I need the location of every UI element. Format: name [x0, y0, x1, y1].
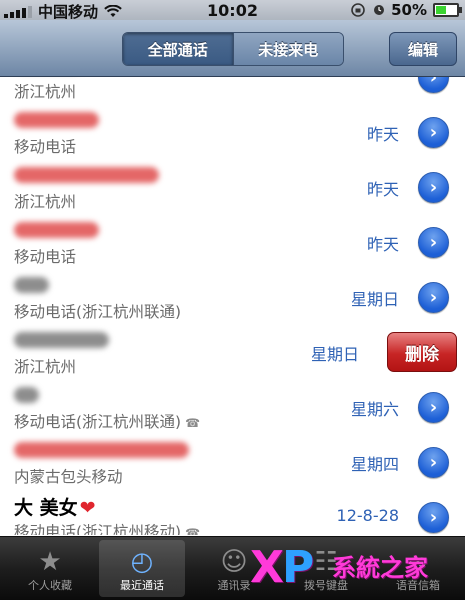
status-bar: 中国移动 10:02 50%	[0, 0, 465, 21]
redacted-name	[14, 332, 109, 348]
call-row[interactable]: 浙江杭州 昨天 ›	[0, 159, 465, 215]
caller-location-text: 移动电话	[14, 138, 77, 156]
caller-name	[14, 383, 39, 405]
call-date: 昨天	[366, 180, 399, 199]
segment-all-calls[interactable]: 全部通话	[123, 33, 233, 65]
call-row[interactable]: 移动电话(浙江杭州联通) ☎ 星期六 ›	[0, 379, 465, 435]
detail-disclosure-icon[interactable]: ›	[418, 117, 449, 148]
call-row[interactable]: 浙江杭州 星期日 删除	[0, 324, 465, 380]
detail-disclosure-icon[interactable]: ›	[418, 392, 449, 423]
caller-location-text: 浙江杭州	[14, 358, 77, 376]
caller-location-text: 浙江杭州	[14, 193, 77, 211]
call-date: 星期日	[350, 290, 399, 309]
tab-label: 语音信箱	[396, 579, 440, 592]
caller-name	[14, 328, 109, 350]
tab-clock[interactable]: ◴ 最近通话	[99, 540, 185, 597]
tab-contacts[interactable]: ☺ 通讯录	[191, 540, 277, 597]
call-date: 12-8-28	[336, 506, 399, 525]
caller-name	[14, 218, 99, 240]
caller-name	[14, 163, 159, 185]
delete-button[interactable]: 删除	[387, 332, 457, 372]
caller-location: 浙江杭州	[14, 355, 76, 377]
edit-button[interactable]: 编辑	[389, 32, 457, 66]
caller-location: 内蒙古包头移动	[14, 465, 123, 487]
tab-star[interactable]: ★ 个人收藏	[7, 540, 93, 597]
redacted-name	[14, 112, 99, 128]
contacts-icon: ☺	[220, 547, 248, 577]
recent-calls-list[interactable]: 浙江杭州 › 移动电话 昨天 › 浙江杭州 昨天 › 移动电话 昨天 › 移动电话(浙江杭州联通) 星期…	[0, 77, 465, 535]
battery-fill	[436, 6, 446, 14]
call-date: 星期日	[310, 345, 359, 364]
star-icon: ★	[38, 547, 62, 577]
caller-location: 移动电话(浙江杭州联通)	[14, 300, 181, 322]
caller-location: 移动电话(浙江杭州移动) ☎	[14, 520, 201, 535]
tab-keypad[interactable]: ☷ 拨号键盘	[283, 540, 369, 597]
rotation-lock-icon	[351, 3, 365, 17]
caller-location: 移动电话(浙江杭州联通) ☎	[14, 410, 201, 432]
call-row[interactable]: 移动电话(浙江杭州联通) 星期日 ›	[0, 269, 465, 325]
recents-filter-segmented-control: 全部通话 未接来电	[122, 32, 344, 66]
voicemail-icon: ∞	[407, 547, 429, 577]
caller-name: 大 美女 ❤	[14, 497, 96, 519]
call-date: 昨天	[366, 235, 399, 254]
call-row[interactable]: 移动电话 昨天 ›	[0, 214, 465, 270]
caller-location-text: 移动电话(浙江杭州移动)	[14, 523, 182, 535]
navigation-bar: 全部通话 未接来电 编辑	[0, 20, 465, 77]
battery-percent: 50%	[391, 1, 427, 19]
detail-disclosure-icon[interactable]: ›	[418, 282, 449, 313]
alarm-icon	[374, 5, 385, 15]
keypad-icon: ☷	[314, 547, 338, 577]
caller-name	[14, 273, 49, 295]
caller-location-text: 移动电话(浙江杭州联通)	[14, 303, 182, 321]
tab-voicemail[interactable]: ∞ 语音信箱	[375, 540, 461, 597]
redacted-name	[14, 222, 99, 238]
caller-location-text: 浙江杭州	[14, 83, 77, 101]
clock-icon: ◴	[130, 547, 154, 577]
outgoing-call-icon: ☎	[185, 416, 201, 430]
tab-bar: ★ 个人收藏 ◴ 最近通话 ☺ 通讯录 ☷ 拨号键盘 ∞ 语音信箱	[0, 536, 465, 600]
caller-name	[14, 108, 99, 130]
caller-name	[14, 438, 189, 460]
redacted-name	[14, 277, 49, 293]
caller-location: 移动电话	[14, 135, 76, 157]
caller-location-text: 内蒙古包头移动	[14, 468, 123, 486]
caller-location-text: 移动电话	[14, 248, 77, 266]
outgoing-call-icon: ☎	[185, 526, 201, 535]
detail-disclosure-icon[interactable]: ›	[418, 227, 449, 258]
redacted-name	[14, 387, 39, 403]
tab-label: 拨号键盘	[304, 579, 348, 592]
call-row[interactable]: 浙江杭州 ›	[0, 77, 465, 105]
detail-disclosure-icon[interactable]: ›	[418, 172, 449, 203]
tab-label: 个人收藏	[28, 579, 72, 592]
detail-disclosure-icon[interactable]: ›	[418, 502, 449, 533]
tab-label: 通讯录	[217, 579, 251, 592]
call-date: 星期四	[350, 455, 399, 474]
battery-icon	[433, 3, 462, 17]
caller-location: 浙江杭州	[14, 190, 76, 212]
caller-location: 移动电话	[14, 245, 76, 267]
call-row[interactable]: 大 美女 ❤ 移动电话(浙江杭州移动) ☎ 12-8-28 ›	[0, 489, 465, 535]
call-date: 星期六	[350, 400, 399, 419]
redacted-name	[14, 442, 189, 458]
detail-disclosure-icon[interactable]: ›	[418, 447, 449, 478]
detail-disclosure-icon[interactable]: ›	[418, 77, 449, 93]
caller-location-text: 移动电话(浙江杭州联通)	[14, 413, 182, 431]
caller-location: 浙江杭州	[14, 80, 76, 102]
call-date: 昨天	[366, 125, 399, 144]
segment-missed-calls[interactable]: 未接来电	[232, 33, 343, 65]
heart-emoji-icon: ❤	[79, 497, 96, 519]
call-row[interactable]: 移动电话 昨天 ›	[0, 104, 465, 160]
tab-label: 最近通话	[120, 579, 164, 592]
redacted-name	[14, 167, 159, 183]
status-right: 50%	[349, 1, 462, 19]
call-row[interactable]: 内蒙古包头移动 星期四 ›	[0, 434, 465, 490]
